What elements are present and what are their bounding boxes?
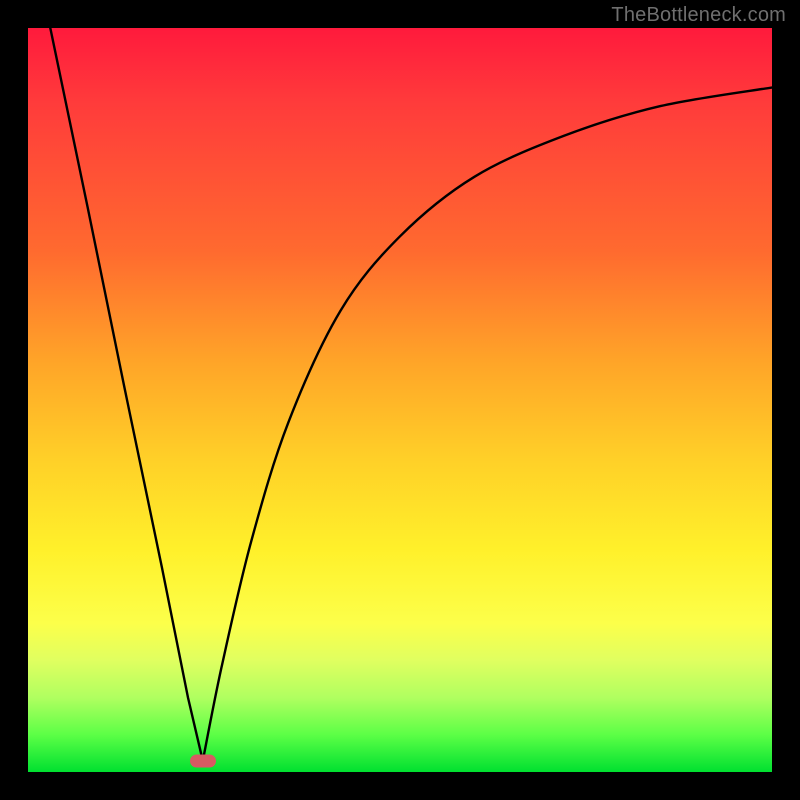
curve-right-branch — [203, 88, 772, 761]
bottleneck-curve — [28, 28, 772, 772]
watermark-text: TheBottleneck.com — [611, 4, 786, 27]
plot-area — [28, 28, 772, 772]
minimum-marker — [190, 754, 216, 767]
chart-canvas: TheBottleneck.com — [0, 0, 800, 800]
curve-left-branch — [50, 28, 203, 761]
